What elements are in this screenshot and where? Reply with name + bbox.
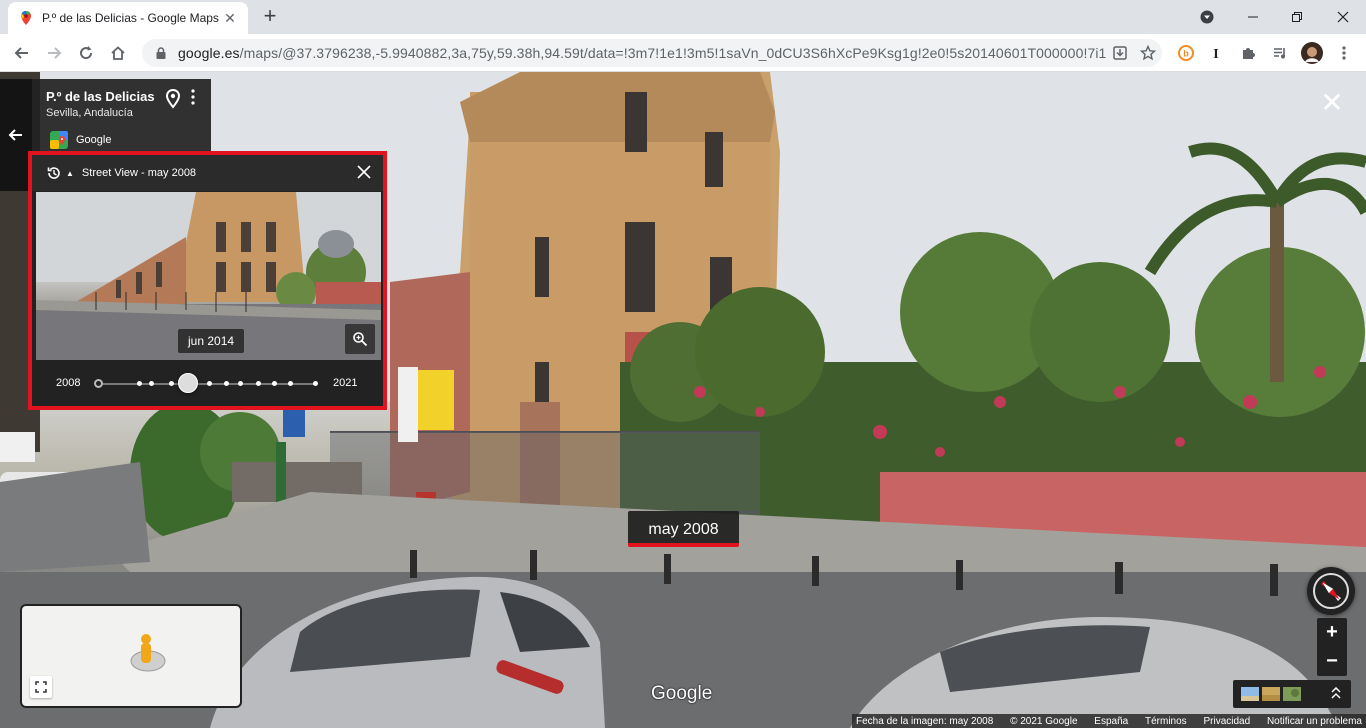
reload-icon[interactable] xyxy=(72,39,100,67)
back-icon[interactable] xyxy=(8,39,36,67)
browser-menu-icon[interactable] xyxy=(1330,39,1358,67)
browser-tabstrip: P.º de las Delicias - Google Maps ✕ + xyxy=(0,0,1366,34)
layer-switcher[interactable] xyxy=(1233,680,1351,708)
map-pin-icon[interactable] xyxy=(164,89,182,109)
timeline-point[interactable] xyxy=(256,381,261,386)
history-clock-icon xyxy=(47,167,60,179)
extension-orange-icon[interactable]: b xyxy=(1172,39,1200,67)
svg-text:b: b xyxy=(1183,49,1189,59)
lock-icon[interactable] xyxy=(154,46,168,60)
zoom-out-button[interactable]: − xyxy=(1317,647,1347,676)
footer-country-link[interactable]: España xyxy=(1094,716,1128,727)
street-view-history-panel: ▲ Street View - may 2008 jun 2014 2008 2… xyxy=(28,151,387,410)
image-date-label: may 2008 xyxy=(628,511,739,547)
history-thumbnail-image[interactable]: jun 2014 xyxy=(36,192,381,360)
layer-thumb-satellite[interactable] xyxy=(1283,687,1301,701)
restore-icon[interactable] xyxy=(1274,0,1320,34)
timeline-slider-knob[interactable] xyxy=(178,373,198,393)
extensions-puzzle-icon[interactable] xyxy=(1234,39,1262,67)
minimize-icon[interactable] xyxy=(1230,0,1276,34)
layer-thumb-terrain[interactable] xyxy=(1262,687,1280,701)
map-footer: Fecha de la imagen: may 2008 © 2021 Goog… xyxy=(852,714,1366,728)
google-maps-favicon-icon xyxy=(21,11,31,25)
profile-dropdown-icon[interactable] xyxy=(1184,0,1230,34)
footer-copyright: © 2021 Google xyxy=(1010,715,1078,727)
timeline-point[interactable] xyxy=(169,381,174,386)
address-bar[interactable]: google.es/maps/@37.3796238,-5.9940882,3a… xyxy=(142,39,1162,67)
tab-close-icon[interactable]: ✕ xyxy=(222,10,238,27)
zoom-in-button[interactable]: + xyxy=(1317,618,1347,647)
close-window-icon[interactable] xyxy=(1320,0,1366,34)
media-queue-icon[interactable] xyxy=(1266,39,1294,67)
forward-icon[interactable] xyxy=(40,39,68,67)
extension-i-icon[interactable]: I xyxy=(1202,39,1230,67)
timeline-point[interactable] xyxy=(238,381,243,386)
timeline-end-year: 2021 xyxy=(333,377,358,389)
install-icon[interactable] xyxy=(1106,39,1134,67)
url-text: google.es/maps/@37.3796238,-5.9940882,3a… xyxy=(178,45,1106,61)
browser-toolbar: google.es/maps/@37.3796238,-5.9940882,3a… xyxy=(0,34,1366,72)
google-watermark: Google xyxy=(651,683,713,704)
timeline-start-year: 2008 xyxy=(56,377,81,389)
arrow-left-icon xyxy=(8,129,22,141)
zoom-in-magnifier-icon xyxy=(353,332,368,347)
compass-icon[interactable] xyxy=(1307,567,1355,615)
close-history-panel-icon[interactable] xyxy=(355,163,373,181)
timeline-point[interactable] xyxy=(137,381,142,386)
timeline-point[interactable] xyxy=(94,379,103,388)
provider-name: Google xyxy=(76,134,112,146)
close-street-view-button[interactable]: ✕ xyxy=(1318,89,1346,118)
timeline-point[interactable] xyxy=(224,381,229,386)
footer-report-link[interactable]: Notificar un problema xyxy=(1267,716,1362,727)
expand-layers-icon[interactable] xyxy=(1331,686,1341,702)
svg-text:I: I xyxy=(1213,47,1218,61)
footer-terms-link[interactable]: Términos xyxy=(1145,716,1187,727)
place-title[interactable]: P.º de las Delicias xyxy=(46,89,155,104)
history-timeline: 2008 2021 xyxy=(32,362,383,406)
new-tab-button[interactable]: + xyxy=(258,5,282,29)
timeline-point[interactable] xyxy=(272,381,277,386)
browser-tab[interactable]: P.º de las Delicias - Google Maps ✕ xyxy=(8,2,248,34)
footer-image-date: Fecha de la imagen: may 2008 xyxy=(856,715,994,727)
history-panel-title: Street View - may 2008 xyxy=(81,167,197,179)
history-panel-header[interactable]: ▲ Street View - may 2008 xyxy=(32,155,383,191)
home-icon[interactable] xyxy=(104,39,132,67)
google-maps-app-icon xyxy=(50,131,68,149)
pegman-icon xyxy=(141,634,151,644)
minimap[interactable] xyxy=(20,604,242,708)
timeline-point[interactable] xyxy=(313,381,318,386)
more-options-icon[interactable] xyxy=(188,89,198,105)
star-icon[interactable] xyxy=(1134,39,1162,67)
timeline-point[interactable] xyxy=(288,381,293,386)
zoom-thumbnail-button[interactable] xyxy=(345,324,375,354)
caret-up-icon: ▲ xyxy=(66,168,74,178)
profile-avatar[interactable] xyxy=(1298,39,1326,67)
timeline-point[interactable] xyxy=(149,381,154,386)
place-subtitle: Sevilla, Andalucía xyxy=(46,107,133,119)
timeline-point[interactable] xyxy=(207,381,212,386)
tab-title: P.º de las Delicias - Google Maps xyxy=(42,11,219,25)
footer-privacy-link[interactable]: Privacidad xyxy=(1203,716,1250,727)
layer-thumb-default[interactable] xyxy=(1241,687,1259,701)
expand-map-icon[interactable] xyxy=(30,676,52,698)
thumbnail-date-label: jun 2014 xyxy=(178,329,245,353)
zoom-controls: + − xyxy=(1317,618,1347,676)
image-provider[interactable]: Google xyxy=(50,131,111,149)
